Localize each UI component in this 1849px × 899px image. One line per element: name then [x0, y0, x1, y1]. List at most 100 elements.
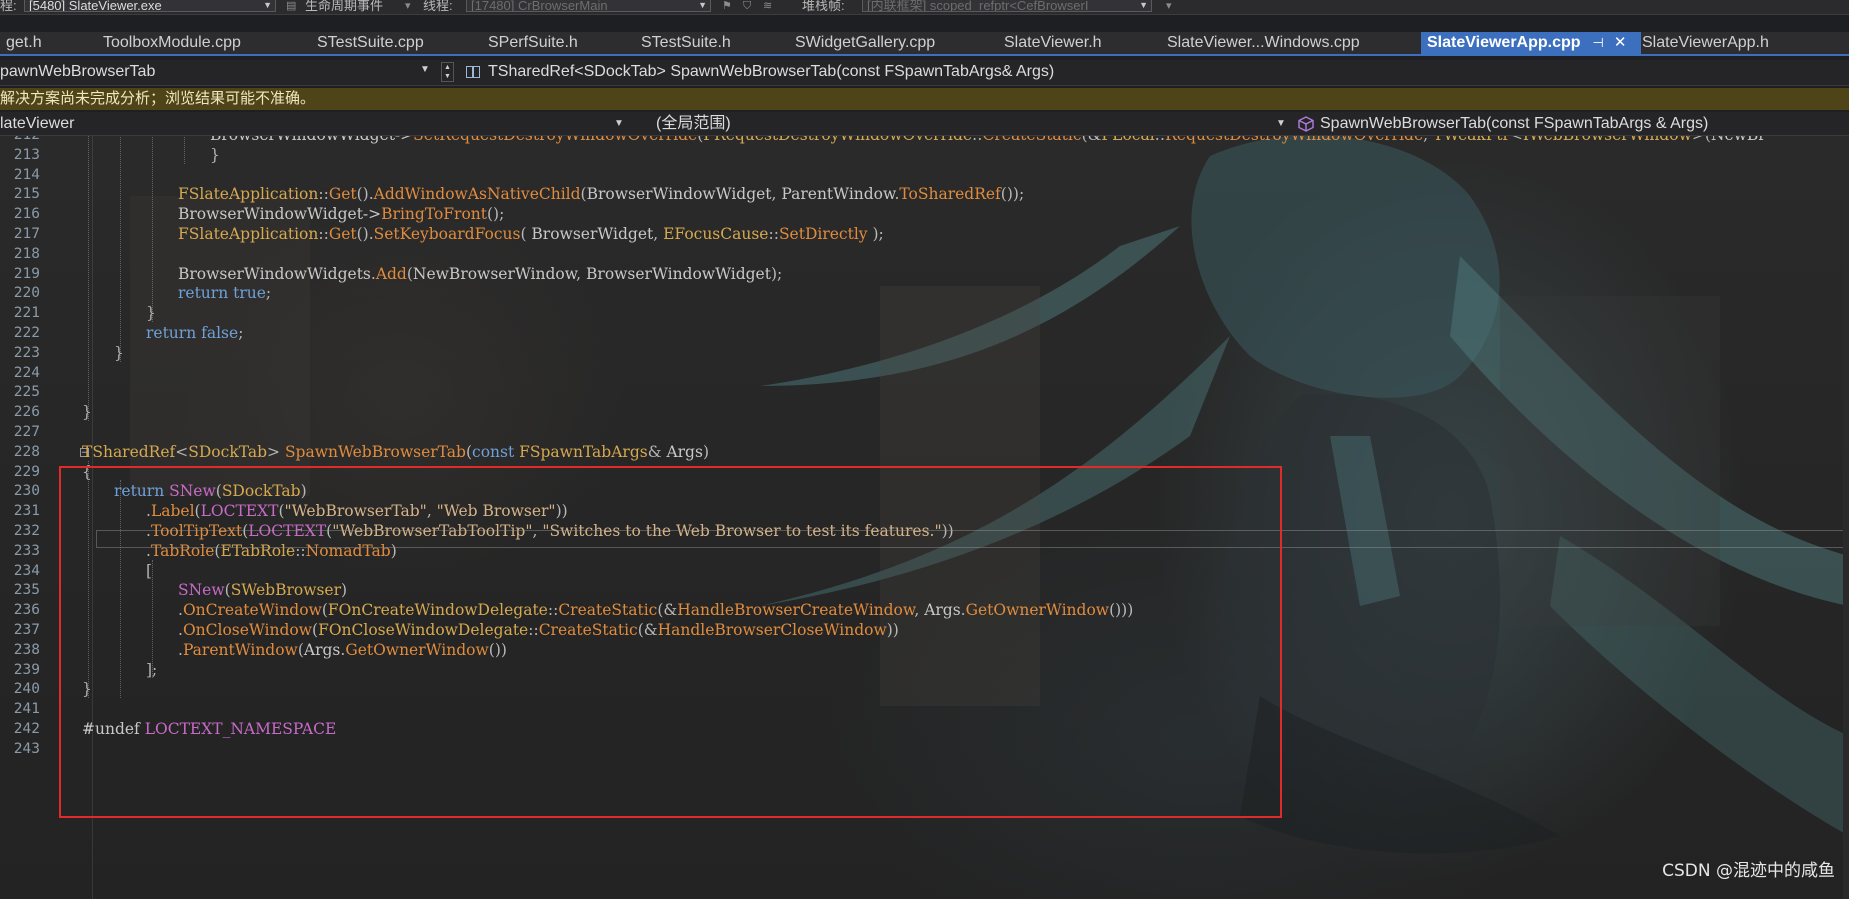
red-highlight-box — [59, 466, 1282, 818]
lifecycle-icon[interactable]: ▤ — [286, 0, 296, 12]
code-token: } — [82, 403, 92, 422]
code-token: return — [146, 324, 202, 342]
code-token: , — [771, 185, 782, 204]
tab-slateviewerapp-cpp[interactable]: SlateViewerApp.cpp ⊣ ✕ — [1421, 32, 1641, 54]
chevron-down-icon[interactable]: ▼ — [420, 64, 430, 75]
code-token: false — [201, 324, 239, 342]
code-token: BrowserWindowWidget-> — [178, 205, 382, 224]
tab-label: SlateViewer...Windows.cpp — [1167, 34, 1360, 51]
code-token: :: — [768, 225, 779, 243]
code-token: ) — [702, 442, 709, 461]
chevron-down-icon[interactable]: ▾ — [405, 0, 411, 12]
code-token: BrowserWidget — [531, 225, 654, 243]
code-token: RequestDestroyWindowOverride — [1165, 136, 1423, 144]
code-token: const — [472, 442, 520, 461]
tab-get-h[interactable]: get.h — [0, 32, 42, 54]
filter-icon[interactable]: ⛉ — [743, 0, 751, 12]
code-token: ); — [770, 264, 783, 283]
chevron-down-icon: ▼ — [698, 0, 707, 10]
tab-stestsuite-cpp[interactable]: STestSuite.cpp — [311, 32, 424, 54]
chevron-down-icon: ▼ — [263, 0, 272, 10]
code-token: ; — [238, 324, 244, 342]
code-token: } — [210, 145, 220, 164]
code-token: CreateStatic — [983, 136, 1082, 144]
code-token: BringToFront — [381, 205, 487, 224]
tab-label: STestSuite.cpp — [317, 34, 424, 51]
process-combo[interactable]: [5480] SlateViewer.exe ▼ — [24, 0, 276, 12]
tab-toolbox-module-cpp[interactable]: ToolboxModule.cpp — [97, 32, 241, 54]
code-token: < — [175, 442, 189, 461]
indent-guide — [152, 136, 153, 322]
process-label: 程: — [0, 0, 17, 13]
code-token: SpawnWebBrowserTab — [284, 442, 466, 461]
function-signature[interactable]: TSharedRef<SDockTab> SpawnWebBrowserTab(… — [488, 63, 1054, 81]
signature-icon — [466, 66, 480, 78]
code-token: BrowserWindowWidget — [586, 264, 771, 283]
tab-swidgetgallery-cpp[interactable]: SWidgetGallery.cpp — [789, 32, 935, 54]
indent-guide — [184, 136, 185, 164]
navigation-bar: pawnWebBrowserTab ▼ ▲ ▼ TSharedRef<SDockT… — [0, 60, 1849, 86]
lifecycle-label[interactable]: 生命周期事件 — [305, 0, 383, 12]
global-scope-dropdown[interactable]: (全局范围) — [656, 112, 731, 136]
pin-icon[interactable]: ⊣ — [1593, 32, 1604, 54]
tab-label: SlateViewer.h — [1004, 34, 1102, 51]
tab-label: SPerfSuite.h — [488, 34, 578, 51]
code-token: (). — [356, 185, 374, 204]
code-token: :: — [972, 136, 982, 144]
code-token: SetRequestDestroyWindowOverride — [413, 136, 697, 144]
code-token: FRequestDestroyWindowOverride — [703, 136, 972, 144]
code-token: ); — [867, 225, 884, 243]
code-token: } — [146, 304, 156, 323]
stack-label: 堆栈帧: — [802, 0, 845, 13]
code-token: < — [1510, 136, 1523, 144]
close-icon[interactable]: ✕ — [1614, 32, 1627, 54]
code-token: IWebBrowserWindow — [1523, 136, 1692, 144]
project-dropdown[interactable]: pawnWebBrowserTab — [0, 63, 155, 81]
warning-text: 解决方案尚未完成分析；浏览结果可能不准确。 — [0, 90, 316, 107]
code-editor[interactable]: 212BrowserWindowWidget->SetRequestDestro… — [0, 136, 1849, 899]
code-token: TWeakPtr — [1433, 136, 1510, 144]
code-token: Get — [328, 225, 357, 243]
tab-label: ToolboxModule.cpp — [103, 34, 241, 51]
stack-dropdown-icon[interactable]: ▾ — [1166, 0, 1172, 12]
method-cube-icon — [1298, 116, 1314, 132]
tab-slateviewer-h[interactable]: SlateViewer.h — [998, 32, 1102, 54]
code-token: SDockTab — [188, 442, 268, 461]
threads-icon[interactable]: ≋ — [763, 0, 772, 12]
code-token: ( — [520, 225, 532, 243]
code-token: (). — [356, 225, 374, 243]
tab-label: SlateViewerApp.cpp — [1427, 34, 1581, 51]
tab-label: get.h — [6, 34, 42, 51]
code-token: :: — [1155, 136, 1165, 144]
tab-slateviewer-windows-cpp[interactable]: SlateViewer...Windows.cpp — [1161, 32, 1360, 54]
code-token: NewBr — [1711, 136, 1766, 144]
code-token: FSlateApplication — [178, 185, 319, 204]
code-token: } — [114, 343, 124, 362]
thread-combo[interactable]: [17480] CrBrowserMain ▼ — [466, 0, 711, 12]
code-token: , — [1423, 136, 1433, 144]
stack-combo[interactable]: [内联框架] scoped_refptr<CefBrowserI ▼ — [862, 0, 1152, 12]
spin-buttons[interactable]: ▲ ▼ — [441, 62, 454, 82]
thread-label: 线程: — [423, 0, 453, 13]
tab-slateviewerapp-h[interactable]: SlateViewerApp.h — [1636, 32, 1769, 54]
code-token: & — [647, 442, 667, 461]
chevron-down-icon[interactable]: ▼ — [614, 112, 624, 136]
thread-value: [17480] CrBrowserMain — [471, 0, 608, 12]
tab-label: STestSuite.h — [641, 34, 731, 51]
tab-label: SWidgetGallery.cpp — [795, 34, 936, 51]
chevron-down-icon[interactable]: ▼ — [1276, 112, 1286, 136]
code-token: EFocusCause — [663, 225, 769, 243]
stack-value: [内联框架] scoped_refptr<CefBrowserI — [867, 0, 1089, 12]
code-token: Get — [328, 185, 357, 204]
watermark: CSDN @混迹中的咸鱼 — [1662, 861, 1835, 881]
code-token: BrowserWindowWidget-> — [210, 136, 413, 144]
indent-guide — [88, 136, 89, 421]
code-token: BrowserWindowWidget — [586, 185, 772, 204]
vertical-scrollbar[interactable] — [1843, 136, 1849, 899]
tab-sperfsuite-h[interactable]: SPerfSuite.h — [482, 32, 578, 54]
tab-stestsuite-h[interactable]: STestSuite.h — [635, 32, 731, 54]
member-dropdown[interactable]: SpawnWebBrowserTab(const FSpawnTabArgs &… — [1320, 112, 1708, 136]
flag-icon[interactable]: ⚑ — [722, 0, 732, 12]
project-scope-dropdown[interactable]: lateViewer — [0, 112, 74, 136]
code-token: , — [576, 264, 587, 283]
